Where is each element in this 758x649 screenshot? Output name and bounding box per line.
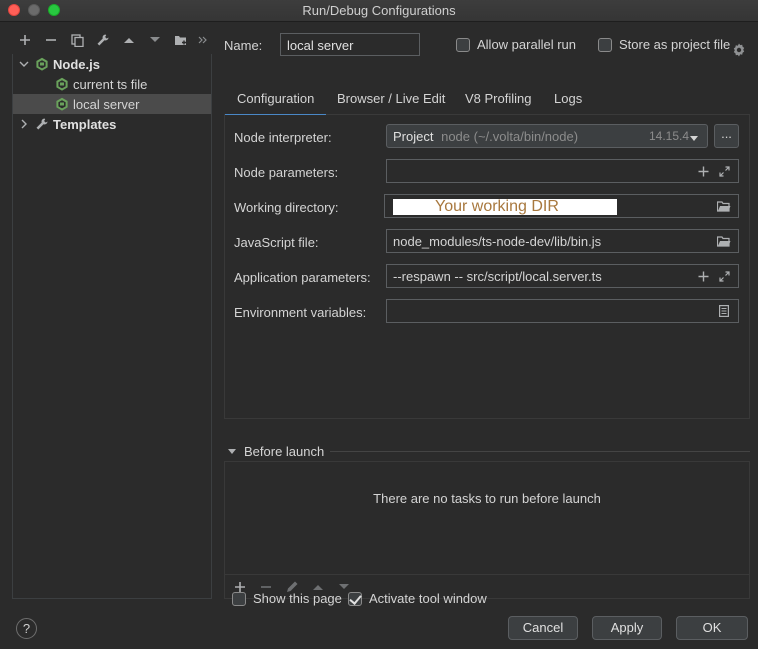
nodejs-icon: [35, 57, 49, 71]
tree-group-nodejs[interactable]: Node.js: [13, 54, 211, 74]
tree-group-templates[interactable]: Templates: [13, 114, 211, 134]
javascript-file-field[interactable]: node_modules/ts-node-dev/lib/bin.js: [386, 229, 739, 253]
empty-tasks-text: There are no tasks to run before launch: [373, 491, 601, 506]
window-title: Run/Debug Configurations: [302, 3, 456, 18]
title-bar: Run/Debug Configurations: [0, 0, 758, 22]
document-icon[interactable]: [716, 303, 732, 319]
tree-group-label: Templates: [53, 116, 117, 132]
sidebar-toolbar: [12, 27, 212, 53]
tab-browser-live-edit[interactable]: Browser / Live Edit: [337, 91, 445, 106]
allow-parallel-run-label: Allow parallel run: [477, 37, 576, 52]
config-tree: Node.js current ts file local server Tem…: [12, 54, 212, 599]
copy-icon[interactable]: [64, 27, 90, 53]
interpreter-prefix: Project: [393, 129, 434, 144]
checkbox-box[interactable]: [232, 591, 246, 606]
expand-icon[interactable]: [716, 268, 732, 284]
wrench-icon: [35, 117, 49, 131]
sidebar: Node.js current ts file local server Tem…: [12, 27, 212, 599]
store-as-project-file-checkbox[interactable]: Store as project file: [598, 37, 730, 52]
interpreter-path: node (~/.volta/bin/node): [441, 129, 579, 144]
wrench-icon[interactable]: [90, 27, 116, 53]
add-icon[interactable]: [12, 27, 38, 53]
divider: [330, 451, 750, 452]
tree-item-local-server[interactable]: local server: [13, 94, 211, 114]
javascript-file-value: node_modules/ts-node-dev/lib/bin.js: [393, 234, 602, 249]
checkbox-box[interactable]: [456, 37, 470, 52]
javascript-file-label: JavaScript file:: [234, 235, 319, 250]
configuration-panel: Node interpreter: Project node (~/.volta…: [224, 115, 750, 419]
working-directory-value: Your working DIR: [435, 198, 559, 215]
application-parameters-value: --respawn -- src/script/local.server.ts: [393, 269, 602, 284]
expand-icon[interactable]: [716, 163, 732, 179]
tab-v8-profiling[interactable]: V8 Profiling: [465, 91, 531, 106]
arrow-up-icon[interactable]: [116, 27, 142, 53]
launch-options: Show this page Activate tool window: [232, 591, 632, 607]
folder-icon[interactable]: [716, 198, 732, 214]
environment-variables-label: Environment variables:: [234, 305, 367, 320]
apply-button[interactable]: Apply: [592, 616, 662, 640]
redacted-path-overlay: Your working DIR: [393, 198, 617, 215]
add-icon[interactable]: [695, 268, 711, 284]
interpreter-version: 14.15.4: [649, 129, 690, 143]
chevron-down-icon[interactable]: [689, 131, 699, 146]
arrow-down-icon[interactable]: [142, 27, 168, 53]
tree-item-label: current ts file: [73, 76, 148, 92]
name-label: Name:: [224, 38, 263, 53]
before-launch-title: Before launch: [244, 443, 325, 459]
add-icon[interactable]: [695, 163, 711, 179]
checkbox-box[interactable]: [598, 37, 612, 52]
remove-icon[interactable]: [38, 27, 64, 53]
chevron-right-icon[interactable]: [17, 117, 31, 131]
more-icon[interactable]: [194, 27, 212, 53]
dialog-footer: ? Cancel Apply OK: [0, 614, 758, 649]
environment-variables-field[interactable]: [386, 299, 739, 323]
ok-button[interactable]: OK: [676, 616, 748, 640]
activate-tool-window-label: Activate tool window: [369, 591, 487, 606]
gear-icon[interactable]: [732, 43, 746, 57]
show-this-page-label: Show this page: [253, 591, 342, 606]
name-row: Name: local server Allow parallel run St…: [224, 33, 758, 57]
name-input[interactable]: local server: [280, 33, 420, 56]
nodejs-icon: [55, 77, 69, 91]
folder-icon[interactable]: [716, 233, 732, 249]
tab-configuration[interactable]: Configuration: [224, 91, 327, 117]
tab-bar: Configuration Browser / Live Edit V8 Pro…: [224, 83, 750, 117]
before-launch-task-list: There are no tasks to run before launch: [224, 461, 750, 599]
nodejs-icon: [55, 97, 69, 111]
node-parameters-label: Node parameters:: [234, 165, 339, 180]
tree-item-label: local server: [73, 96, 140, 112]
tree-group-label: Node.js: [53, 56, 100, 72]
folder-add-icon[interactable]: [168, 27, 194, 53]
node-interpreter-select[interactable]: Project node (~/.volta/bin/node) 14.15.4: [386, 124, 708, 148]
help-button[interactable]: ?: [16, 618, 37, 639]
application-parameters-label: Application parameters:: [234, 270, 371, 285]
collapse-triangle-icon[interactable]: [227, 444, 237, 459]
application-parameters-field[interactable]: --respawn -- src/script/local.server.ts: [386, 264, 739, 288]
activate-tool-window-checkbox[interactable]: Activate tool window: [348, 591, 487, 606]
working-directory-field[interactable]: Your working DIR: [384, 194, 739, 218]
store-as-project-file-label: Store as project file: [619, 37, 731, 52]
node-interpreter-label: Node interpreter:: [234, 130, 332, 145]
working-directory-label: Working directory:: [234, 200, 339, 215]
show-this-page-checkbox[interactable]: Show this page: [232, 591, 342, 606]
cancel-button[interactable]: Cancel: [508, 616, 578, 640]
tab-logs[interactable]: Logs: [554, 91, 582, 106]
tree-item-current-ts-file[interactable]: current ts file: [13, 74, 211, 94]
checkbox-box[interactable]: [348, 591, 362, 606]
node-parameters-field[interactable]: [386, 159, 739, 183]
chevron-down-icon[interactable]: [17, 57, 31, 71]
before-launch-header[interactable]: Before launch: [224, 443, 324, 459]
allow-parallel-run-checkbox[interactable]: Allow parallel run: [456, 37, 576, 52]
browse-interpreter-button[interactable]: ...: [714, 124, 739, 148]
